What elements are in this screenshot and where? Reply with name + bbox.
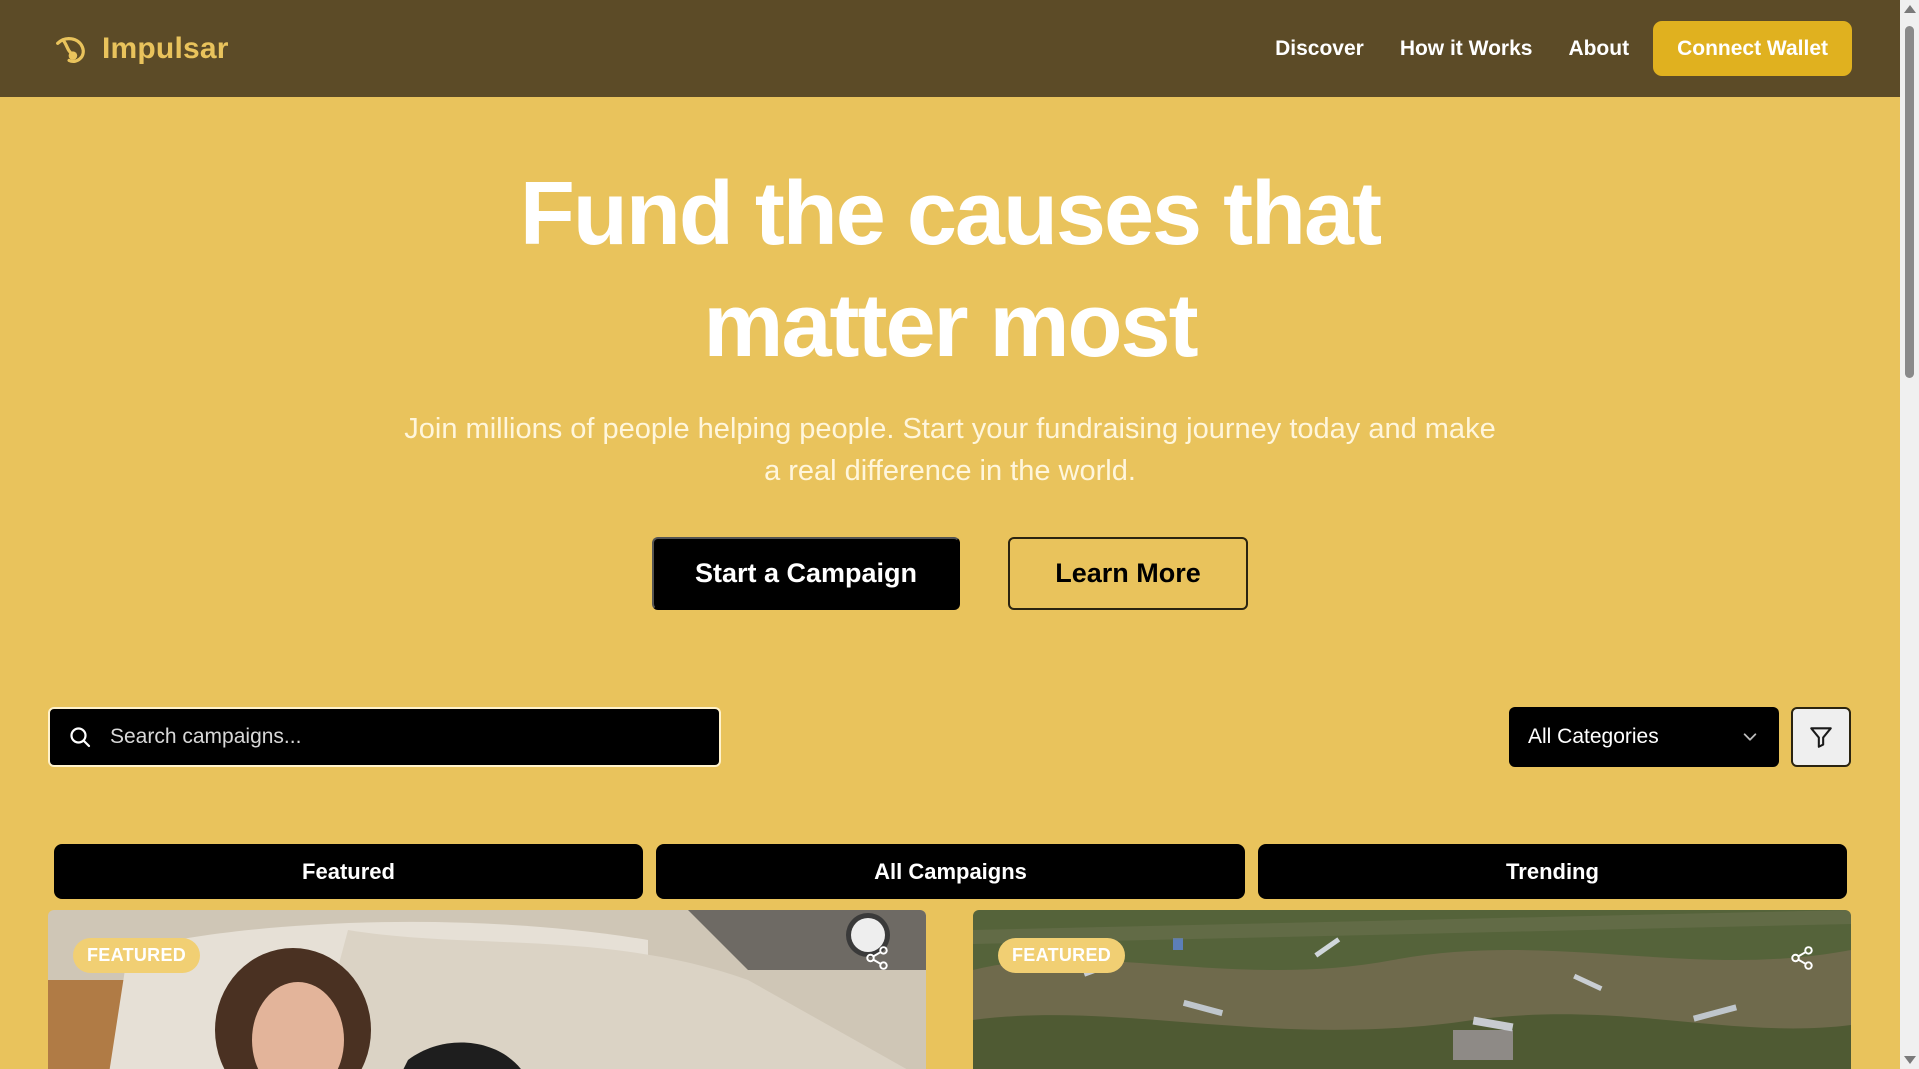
share-icon[interactable]: [864, 945, 890, 971]
featured-badge: FEATURED: [73, 938, 201, 973]
connect-wallet-button[interactable]: Connect Wallet: [1653, 21, 1852, 76]
hero-subtitle-line-1: Join millions of people helping people. …: [404, 413, 1496, 445]
brand-name: Impulsar: [102, 31, 229, 65]
nav-link-how-it-works[interactable]: How it Works: [1400, 37, 1533, 61]
hero-title-line-2: matter most: [703, 276, 1198, 376]
tab-all-campaigns[interactable]: All Campaigns: [656, 844, 1245, 899]
learn-more-button[interactable]: Learn More: [1008, 537, 1248, 610]
hero-title: Fund the causes that matter most: [0, 158, 1900, 382]
category-select[interactable]: All Categories: [1509, 707, 1779, 767]
hero-title-line-1: Fund the causes that: [519, 164, 1382, 264]
category-select-value: All Categories: [1528, 725, 1659, 748]
tab-trending[interactable]: Trending: [1258, 844, 1847, 899]
start-campaign-button[interactable]: Start a Campaign: [652, 537, 960, 610]
nav-link-about[interactable]: About: [1568, 37, 1629, 61]
navbar: Impulsar Discover How it Works About Con…: [0, 0, 1900, 97]
nav-links: Discover How it Works About Connect Wall…: [1239, 21, 1852, 76]
search-icon: [70, 727, 91, 748]
nav-link-discover[interactable]: Discover: [1275, 37, 1364, 61]
hero-subtitle-line-2: a real difference in the world.: [764, 455, 1136, 487]
search-box: [48, 707, 721, 767]
filter-icon: [1810, 727, 1832, 748]
scroll-down-arrow-icon[interactable]: [1904, 1056, 1916, 1064]
share-icon[interactable]: [1789, 945, 1815, 971]
scroll-up-arrow-icon[interactable]: [1904, 5, 1916, 13]
app-viewport: Impulsar Discover How it Works About Con…: [0, 0, 1900, 1069]
comet-icon: [56, 36, 85, 63]
hero-subtitle: Join millions of people helping people. …: [370, 408, 1530, 492]
page-scrollbar[interactable]: [1900, 0, 1919, 1069]
tab-featured[interactable]: Featured: [54, 844, 643, 899]
chevron-down-icon: [1743, 733, 1757, 741]
filter-button[interactable]: [1791, 707, 1851, 767]
campaign-image: [48, 910, 926, 1069]
campaign-card[interactable]: FEATURED: [973, 910, 1851, 1069]
campaign-card[interactable]: FEATURED: [48, 910, 926, 1069]
search-input[interactable]: [110, 725, 719, 749]
featured-badge: FEATURED: [998, 938, 1126, 973]
brand[interactable]: Impulsar: [52, 30, 229, 68]
scrollbar-thumb[interactable]: [1905, 26, 1914, 378]
campaign-image: [973, 910, 1851, 1069]
